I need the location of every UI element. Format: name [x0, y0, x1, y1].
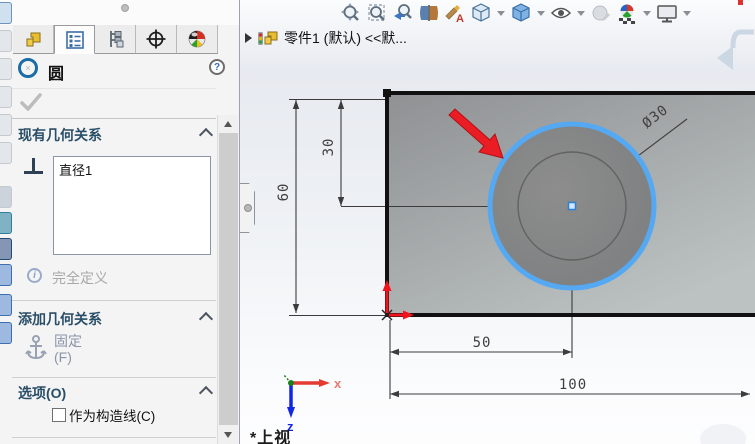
tree-expand-arrow[interactable]	[245, 33, 252, 43]
annotation-appearance-icon[interactable]: A	[444, 2, 466, 24]
confirmation-corner[interactable]	[700, 22, 755, 82]
tab-propertymanager[interactable]	[54, 25, 95, 54]
panel-collapse-dot[interactable]	[121, 4, 129, 12]
display-style-icon[interactable]	[510, 2, 532, 24]
svg-text:60: 60	[276, 183, 292, 202]
divider	[12, 377, 216, 378]
apply-scene-dropdown[interactable]	[643, 10, 651, 16]
fix-relation-button[interactable]: 固定 (F)	[54, 333, 82, 365]
view-orientation-dropdown[interactable]	[497, 10, 505, 16]
view-orientation-icon[interactable]	[470, 2, 492, 24]
graphics-area[interactable]: 60 30 50 100 Ø30 x z A 零件1 (默认) <<默... *…	[240, 0, 755, 444]
hide-show-items-icon[interactable]	[550, 2, 572, 24]
relations-listbox[interactable]: 直径1	[53, 156, 211, 255]
zoom-to-fit-icon[interactable]	[340, 2, 362, 24]
splitter-dot	[244, 204, 252, 212]
panel-splitter-handle[interactable]	[240, 183, 255, 233]
vertex-point[interactable]	[383, 89, 391, 97]
construction-checkbox[interactable]	[52, 408, 66, 422]
divider	[12, 437, 216, 438]
svg-text:100: 100	[559, 377, 587, 393]
collapse-chevron[interactable]	[198, 311, 214, 327]
fix-label: 固定	[54, 333, 82, 349]
circle-tool-icon: ×	[18, 58, 38, 78]
status-label: 完全定义	[52, 270, 108, 286]
property-manager-panel: × 圆 ? 现有几何关系 直径1 i 完全定义 添加几何关系 固定 (F) 选项…	[0, 0, 240, 444]
dimension-60[interactable]: 60	[276, 100, 300, 313]
panel-scrollbar[interactable]	[217, 115, 238, 444]
dimension-100[interactable]: 100	[390, 377, 750, 398]
part-document-icon	[258, 31, 278, 45]
panel-top-strip	[0, 0, 239, 25]
divider	[12, 118, 216, 119]
view-triad: x z	[282, 373, 342, 434]
svg-text:A: A	[456, 13, 464, 24]
display-style-dropdown[interactable]	[537, 10, 545, 16]
edit-appearance-icon[interactable]	[590, 2, 612, 24]
perpendicular-relation-icon	[24, 158, 44, 176]
construction-label: 作为构造线(C)	[69, 409, 156, 424]
scroll-up-arrow[interactable]	[224, 121, 232, 127]
view-settings-dropdown[interactable]	[683, 10, 691, 16]
add-relations-header: 添加几何关系	[18, 311, 102, 327]
part-label[interactable]: 零件1 (默认) <<默...	[284, 28, 407, 48]
relation-item[interactable]: 直径1	[54, 157, 210, 182]
divider	[12, 300, 216, 301]
help-icon[interactable]: ?	[209, 59, 225, 75]
circle-center-point[interactable]	[567, 201, 577, 211]
zoom-to-area-icon[interactable]	[366, 2, 388, 24]
section-view-icon[interactable]	[418, 2, 440, 24]
ok-button[interactable]	[18, 90, 44, 119]
scroll-down-arrow[interactable]	[224, 432, 232, 438]
tab-displaymanager[interactable]	[177, 25, 218, 53]
hide-show-dropdown[interactable]	[577, 10, 585, 16]
tab-dimxpertmanager[interactable]	[136, 25, 177, 53]
dimension-50[interactable]: 50	[390, 335, 572, 356]
fix-anchor-icon	[24, 334, 48, 367]
fix-shortcut: (F)	[54, 349, 72, 365]
apply-scene-icon[interactable]	[616, 2, 638, 24]
dimension-30[interactable]: 30	[321, 100, 345, 206]
headsup-view-toolbar: A	[338, 1, 694, 25]
collapse-chevron[interactable]	[198, 127, 214, 143]
options-header: 选项(O)	[18, 385, 67, 401]
flyout-feature-tree: 零件1 (默认) <<默...	[245, 28, 407, 48]
svg-text:x: x	[334, 376, 342, 391]
sketch-canvas[interactable]: 60 30 50 100 Ø30 x z	[240, 0, 755, 444]
svg-text:50: 50	[473, 335, 492, 351]
info-icon: i	[27, 268, 42, 283]
tab-featuremanager[interactable]	[13, 25, 54, 53]
cropped-red-mark	[738, 0, 743, 5]
previous-view-icon[interactable]	[392, 2, 414, 24]
solidworks-window: 60 30 50 100 Ø30 x z A 零件1 (默认) <<默... *…	[0, 0, 755, 444]
divider	[12, 88, 216, 89]
view-annotation: *上视	[250, 430, 292, 444]
manager-tab-bar	[13, 25, 218, 54]
panel-title: 圆	[48, 66, 65, 83]
construction-line-option[interactable]: 作为构造线(C)	[52, 405, 155, 425]
scrollbar-thumb[interactable]	[219, 133, 238, 425]
tab-configurationmanager[interactable]	[95, 25, 136, 53]
view-settings-icon[interactable]	[656, 2, 678, 24]
existing-relations-header: 现有几何关系	[18, 127, 102, 143]
svg-text:30: 30	[321, 138, 337, 157]
collapse-chevron[interactable]	[198, 385, 214, 401]
